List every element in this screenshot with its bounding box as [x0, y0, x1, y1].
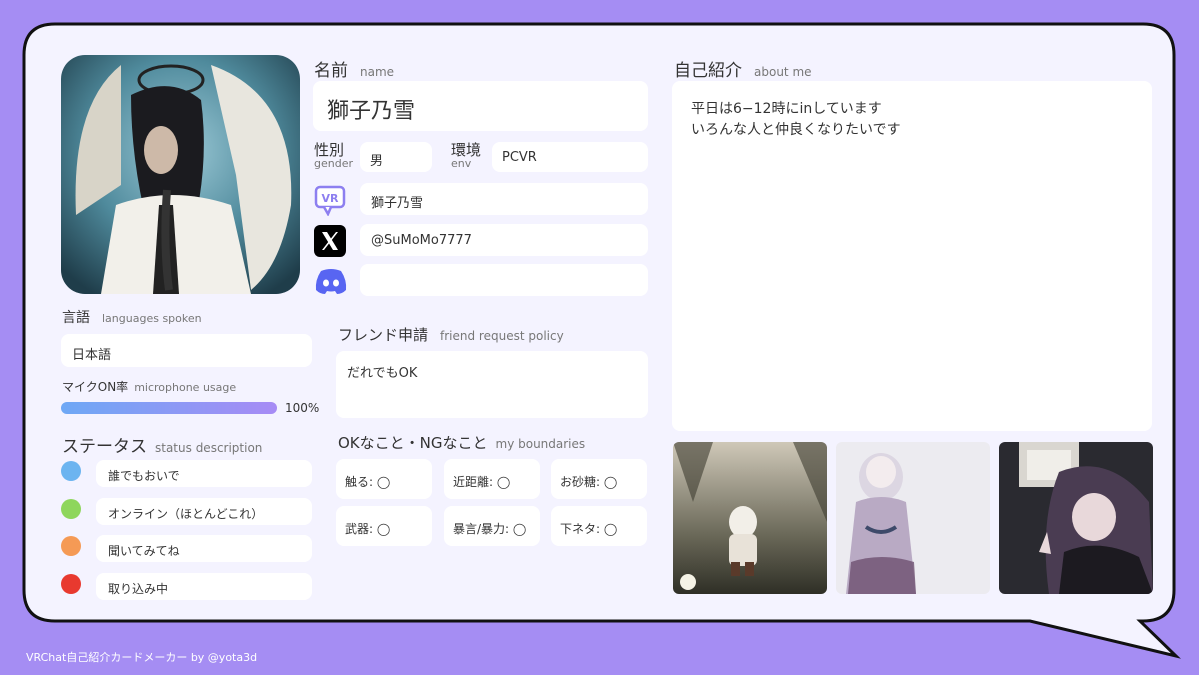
- status-label: 聞いてみてね: [108, 544, 180, 558]
- gender-value: 男: [370, 154, 384, 169]
- photo-1: [673, 442, 827, 594]
- about-line-2: いろんな人と仲良くなりたいです: [691, 122, 901, 138]
- boundary-item: 暴言/暴力: ◯: [453, 522, 527, 536]
- vrchat-value: 獅子乃雪: [371, 196, 424, 211]
- status-label: 取り込み中: [108, 581, 169, 596]
- status-label: 誰でもおいで: [108, 469, 180, 483]
- mic-bar-fill: [61, 402, 277, 414]
- name-value: 獅子乃雪: [327, 99, 416, 124]
- svg-text:VR: VR: [322, 192, 340, 205]
- friend-value: だれでもOK: [347, 366, 418, 381]
- boundary-item: 下ネタ: ◯: [560, 522, 618, 536]
- friend-heading: フレンド申請 friend request policy: [338, 326, 564, 344]
- mic-percent: 100%: [285, 401, 320, 415]
- env-label: 環境 env: [451, 141, 482, 170]
- boundary-item: お砂糖: ◯: [560, 475, 618, 489]
- discord-box: [360, 264, 648, 296]
- boundaries-heading: OKなこと・NGなこと my boundaries: [338, 434, 586, 452]
- footer-credit: VRChat自己紹介カードメーカー by @yota3d: [26, 651, 258, 664]
- discord-icon: [314, 266, 348, 296]
- gender-label: 性別 gender: [314, 141, 353, 170]
- status-dot: [61, 573, 81, 594]
- languages-value: 日本語: [72, 348, 112, 363]
- boundary-item: 触る: ◯: [345, 475, 391, 489]
- status-dot: [61, 536, 81, 556]
- about-line-1: 平日は6−12時にinしています: [691, 101, 882, 117]
- languages-heading: 言語 languages spoken: [62, 310, 202, 326]
- boundary-item: 近距離: ◯: [453, 475, 511, 489]
- photo-3: [999, 442, 1153, 594]
- vrchat-icon: VR: [314, 184, 346, 217]
- avatar: [61, 55, 300, 294]
- env-value: PCVR: [502, 150, 537, 165]
- boundary-item: 武器: ◯: [345, 522, 391, 536]
- status-heading: ステータス status description: [62, 437, 263, 457]
- about-heading: 自己紹介 about me: [674, 61, 812, 81]
- name-heading: 名前 name: [314, 61, 395, 81]
- status-label: オンライン（ほとんどこれ）: [108, 506, 264, 521]
- photo-2: [836, 442, 990, 594]
- status-dot: [61, 461, 81, 481]
- x-value: @SuMoMo7777: [371, 233, 472, 248]
- mic-heading: マイクON率 microphone usage: [62, 380, 237, 394]
- x-icon: [314, 225, 346, 257]
- status-dot: [61, 498, 81, 519]
- mic-bar-track: [61, 402, 277, 414]
